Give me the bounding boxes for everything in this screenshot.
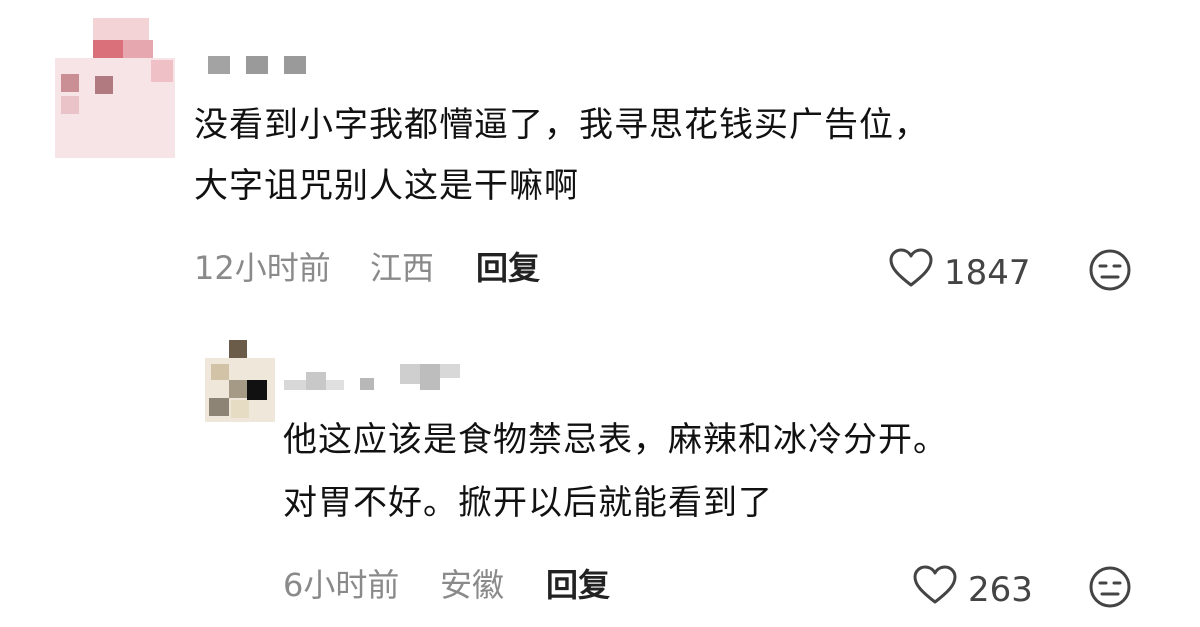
like-button[interactable]: 263: [912, 565, 1033, 614]
comment-time: 12小时前: [194, 249, 331, 287]
comment-location: 安徽: [440, 566, 505, 604]
avatar[interactable]: [205, 340, 275, 422]
like-button[interactable]: 1847: [888, 248, 1031, 297]
comment-location: 江西: [370, 249, 435, 287]
reaction-button[interactable]: [1088, 565, 1132, 609]
like-count: 1847: [944, 252, 1031, 293]
comment-text-line: 对胃不好。掀开以后就能看到了: [283, 483, 773, 523]
heart-outline-icon: [912, 565, 958, 614]
comment-text-line: 他这应该是食物禁忌表，麻辣和冰冷分开。: [283, 420, 948, 460]
comment-text-line: 大字诅咒别人这是干嘛啊: [194, 166, 579, 206]
neutral-face-icon: [1088, 249, 1132, 296]
comment-time: 6小时前: [283, 566, 400, 604]
username-censored[interactable]: [284, 364, 464, 392]
username-censored[interactable]: [208, 56, 308, 78]
like-count: 263: [968, 569, 1033, 610]
heart-outline-icon: [888, 248, 934, 297]
neutral-face-icon: [1088, 566, 1132, 613]
avatar[interactable]: [55, 18, 175, 158]
reaction-button[interactable]: [1088, 248, 1132, 292]
reply-button[interactable]: 回复: [546, 565, 610, 605]
reply-button[interactable]: 回复: [476, 248, 540, 288]
comment-text-line: 没看到小字我都懵逼了，我寻思花钱买广告位，: [194, 105, 929, 145]
